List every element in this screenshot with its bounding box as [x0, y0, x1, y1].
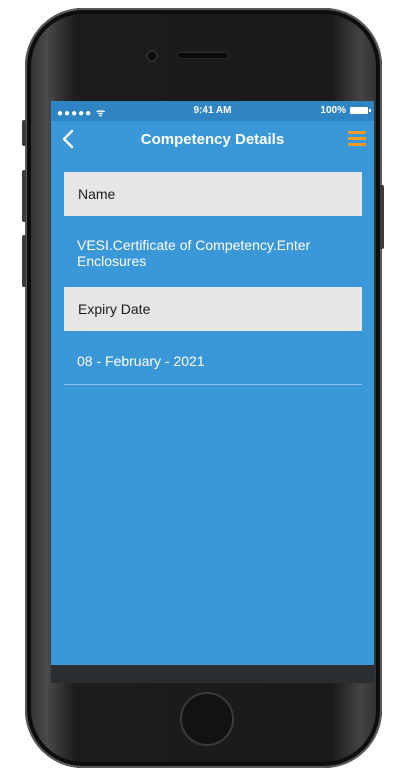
front-camera — [148, 52, 156, 60]
back-button[interactable] — [57, 127, 81, 151]
earpiece-speaker — [178, 53, 228, 58]
bottom-bar — [51, 665, 374, 683]
hamburger-menu-icon — [348, 131, 366, 134]
nav-bar: Competency Details — [51, 121, 374, 157]
app-screen: ●●●●● ᯤ 9:41 AM 100% Competency Details … — [51, 101, 374, 683]
divider — [64, 384, 362, 385]
home-button[interactable] — [180, 692, 234, 746]
expiry-date-field-value: 08 - February - 2021 — [77, 353, 205, 369]
page-title: Competency Details — [140, 131, 285, 148]
name-field-value: VESI.Certificate of Competency.Enter Enc… — [77, 237, 311, 269]
power-button — [380, 185, 384, 249]
chevron-left-icon — [62, 129, 74, 149]
volume-up-button — [22, 170, 26, 222]
name-field-label: Name — [64, 172, 362, 216]
expiry-date-field-label: Expiry Date — [64, 287, 362, 331]
status-bar: ●●●●● ᯤ 9:41 AM 100% — [51, 101, 374, 121]
hamburger-line — [348, 137, 366, 140]
menu-button[interactable] — [348, 131, 366, 147]
mute-switch — [22, 120, 26, 146]
volume-down-button — [22, 235, 26, 287]
battery-percent: 100% — [320, 105, 346, 116]
hamburger-line — [348, 143, 366, 146]
battery-icon — [350, 107, 371, 114]
